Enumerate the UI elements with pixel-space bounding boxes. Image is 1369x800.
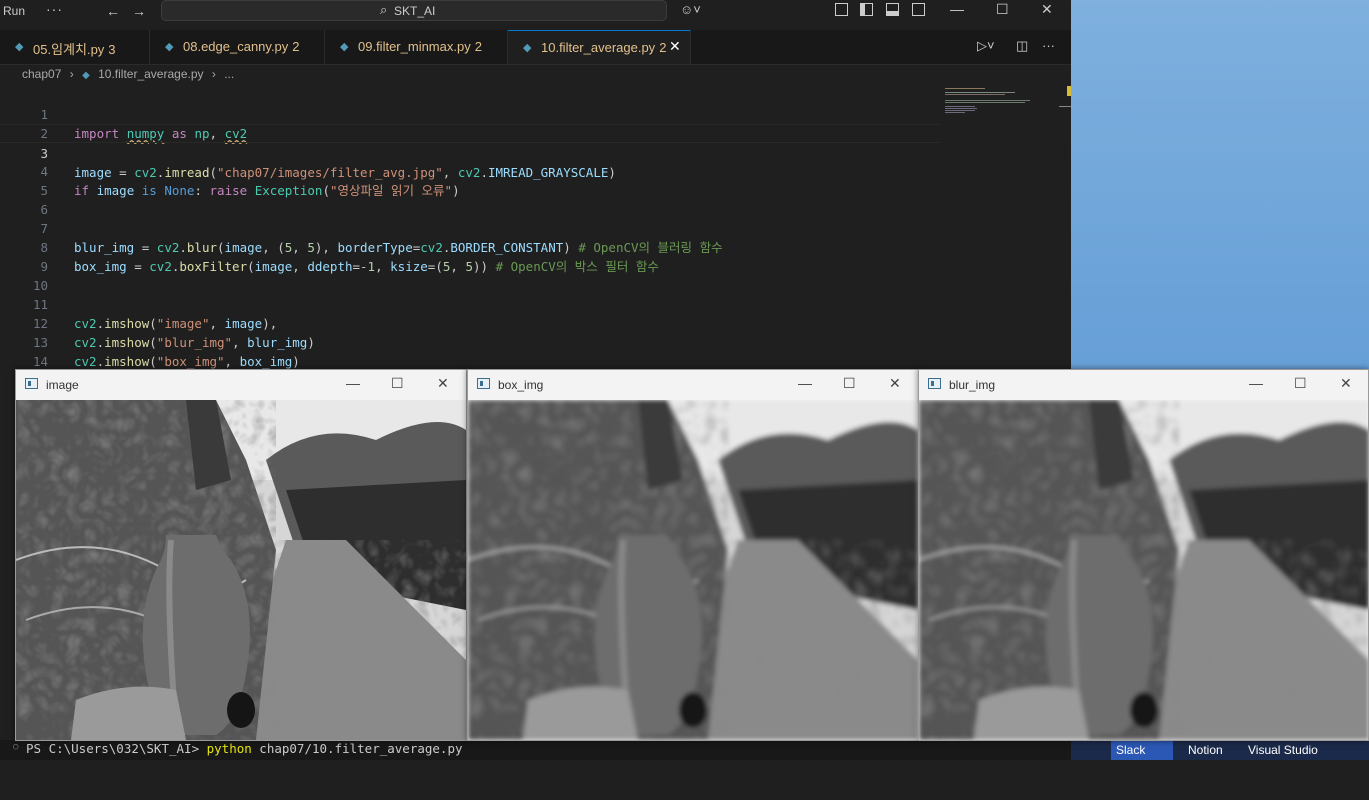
copilot-icon[interactable]: ☺˅ — [680, 2, 701, 17]
opencv-app-icon — [477, 378, 490, 389]
python-file-icon: ◆ — [82, 70, 90, 81]
tab-label: 09.filter_minmax.py — [358, 39, 471, 54]
breadcrumb-more[interactable]: ... — [224, 67, 234, 81]
tab-09[interactable]: ◆ 09.filter_minmax.py 2 — [325, 30, 508, 64]
tab-close-icon[interactable]: ✕ — [669, 38, 681, 55]
tab-label: 10.filter_average.py — [541, 40, 656, 55]
title-bar: Run ··· ← → ⌕ SKT_AI ☺˅ — ☐ ✕ — [0, 0, 1071, 24]
minimize-icon[interactable]: — — [798, 375, 812, 391]
opencv-window-image[interactable]: image — ☐ ✕ — [15, 369, 467, 741]
minimize-icon[interactable]: — — [346, 375, 360, 391]
terminal-panel[interactable]: ○ PS C:\Users\032\SKT_AI> python chap07/… — [0, 740, 1071, 760]
maximize-icon[interactable]: ☐ — [1294, 375, 1307, 392]
maximize-icon[interactable]: ☐ — [996, 1, 1009, 18]
customize-layout-icon[interactable] — [835, 3, 848, 16]
python-file-icon: ◆ — [523, 42, 532, 54]
terminal-command: python — [206, 741, 252, 756]
breadcrumb-separator-icon: › — [69, 67, 74, 81]
opencv-window-blur-img[interactable]: blur_img — ☐ ✕ — [918, 369, 1369, 741]
tab-05[interactable]: ◆ 05.임계치.py 3 — [0, 30, 150, 64]
minimap[interactable] — [945, 86, 1058, 126]
search-icon: ⌕ — [380, 2, 388, 17]
command-center-search[interactable]: ⌕ SKT_AI — [161, 0, 667, 21]
maximize-icon[interactable]: ☐ — [843, 375, 856, 392]
terminal-args: chap07/10.filter_average.py — [251, 741, 463, 756]
code-line: 9 — [0, 238, 940, 274]
minimize-icon[interactable]: — — [1249, 375, 1263, 391]
terminal-status-icon: ○ — [13, 742, 19, 752]
more-menu-icon[interactable]: ··· — [46, 1, 63, 17]
editor-tabs: ◆ 05.임계치.py 3 ◆ 08.edge_canny.py 2 ◆ 09.fi… — [0, 30, 1071, 65]
toggle-panel-icon[interactable] — [886, 3, 899, 16]
cv-window-titlebar[interactable]: box_img — ☐ ✕ — [468, 370, 918, 400]
code-line: 11 cv2.imshow("image", image), — [0, 276, 940, 331]
code-line: 7 blur_img = cv2.blur(image, (5, 5), bor… — [0, 200, 940, 255]
tab-label: 08.edge_canny.py — [183, 39, 289, 54]
taskbar-slack[interactable]: Slack — [1116, 743, 1145, 757]
close-icon[interactable]: ✕ — [1041, 1, 1053, 18]
minimize-icon[interactable]: — — [950, 1, 964, 17]
maximize-icon[interactable]: ☐ — [391, 375, 404, 392]
cv-window-titlebar[interactable]: blur_img — ☐ ✕ — [919, 370, 1368, 400]
run-menu[interactable]: Run — [3, 4, 25, 18]
forward-arrow-icon[interactable]: → — [132, 3, 146, 19]
cv-window-titlebar[interactable]: image — ☐ ✕ — [16, 370, 466, 400]
code-line: 8 box_img = cv2.boxFilter(image, ddepth=… — [0, 219, 940, 274]
tab-10-active[interactable]: ◆ 10.filter_average.py 2 ✕ — [508, 30, 691, 64]
breadcrumb-folder[interactable]: chap07 — [22, 67, 61, 81]
code-line: 12 cv2.imshow("blur_img", blur_img) — [0, 295, 940, 350]
code-line: 6 — [0, 181, 940, 217]
cv-image-blurred — [919, 400, 1368, 740]
scrollbar-cursor-marker — [1059, 106, 1071, 107]
split-editor-icon[interactable]: ◫ — [1016, 38, 1028, 54]
python-file-icon: ◆ — [165, 41, 174, 53]
code-line: 4 if image is None: raise Exception("영상파… — [0, 143, 940, 198]
opencv-window-box-img[interactable]: box_img — ☐ ✕ — [467, 369, 919, 741]
close-icon[interactable]: ✕ — [437, 375, 449, 392]
cv-window-title: image — [46, 378, 79, 392]
breadcrumb-file[interactable]: 10.filter_average.py — [98, 67, 203, 81]
code-line-current: 3 image = cv2.imread("chap07/images/filt… — [0, 124, 940, 180]
editor-more-icon[interactable]: ··· — [1042, 38, 1055, 53]
toggle-secondary-sidebar-icon[interactable] — [912, 3, 925, 16]
run-file-icon[interactable]: ▷˅ — [977, 38, 995, 54]
code-line: 1 import numpy as np, cv2 — [0, 86, 940, 141]
tab-label: 05.임계치.py — [33, 42, 105, 57]
opencv-app-icon — [25, 378, 38, 389]
toggle-sidebar-icon[interactable] — [860, 3, 873, 16]
taskbar-notion[interactable]: Notion — [1188, 743, 1223, 757]
code-line: 5 — [0, 162, 940, 198]
taskbar: Slack Notion Visual Studio — [1071, 740, 1369, 760]
problem-count: 2 — [292, 39, 300, 54]
cv-window-title: box_img — [498, 378, 544, 392]
code-editor[interactable]: 1 import numpy as np, cv2 2 3 image = cv… — [0, 86, 1060, 388]
taskbar-visual-studio[interactable]: Visual Studio — [1248, 743, 1318, 757]
breadcrumb-separator-icon: › — [211, 67, 216, 81]
code-line: 14 cv2.waitKey(0) — [0, 333, 940, 388]
python-file-icon: ◆ — [15, 41, 24, 53]
search-text: SKT_AI — [394, 4, 436, 18]
problem-count: 2 — [474, 39, 482, 54]
code-line: 10 — [0, 257, 940, 293]
python-file-icon: ◆ — [340, 41, 349, 53]
cv-image-box-filtered — [468, 400, 918, 740]
terminal-prompt: PS C:\Users\032\SKT_AI> — [26, 741, 207, 756]
code-line: 2 — [0, 105, 940, 141]
opencv-app-icon — [928, 378, 941, 389]
tab-08[interactable]: ◆ 08.edge_canny.py 2 — [150, 30, 325, 64]
breadcrumb: chap07 › ◆ 10.filter_average.py › ... — [22, 67, 239, 85]
scrollbar-warning-marker — [1067, 86, 1071, 96]
problem-count: 3 — [108, 42, 116, 57]
problem-count: 2 — [659, 40, 667, 55]
back-arrow-icon[interactable]: ← — [106, 3, 120, 19]
close-icon[interactable]: ✕ — [889, 375, 901, 392]
cv-image-original — [16, 400, 466, 740]
close-icon[interactable]: ✕ — [1340, 375, 1352, 392]
code-line: 13 cv2.imshow("box_img", box_img) — [0, 314, 940, 369]
cv-window-title: blur_img — [949, 378, 996, 392]
